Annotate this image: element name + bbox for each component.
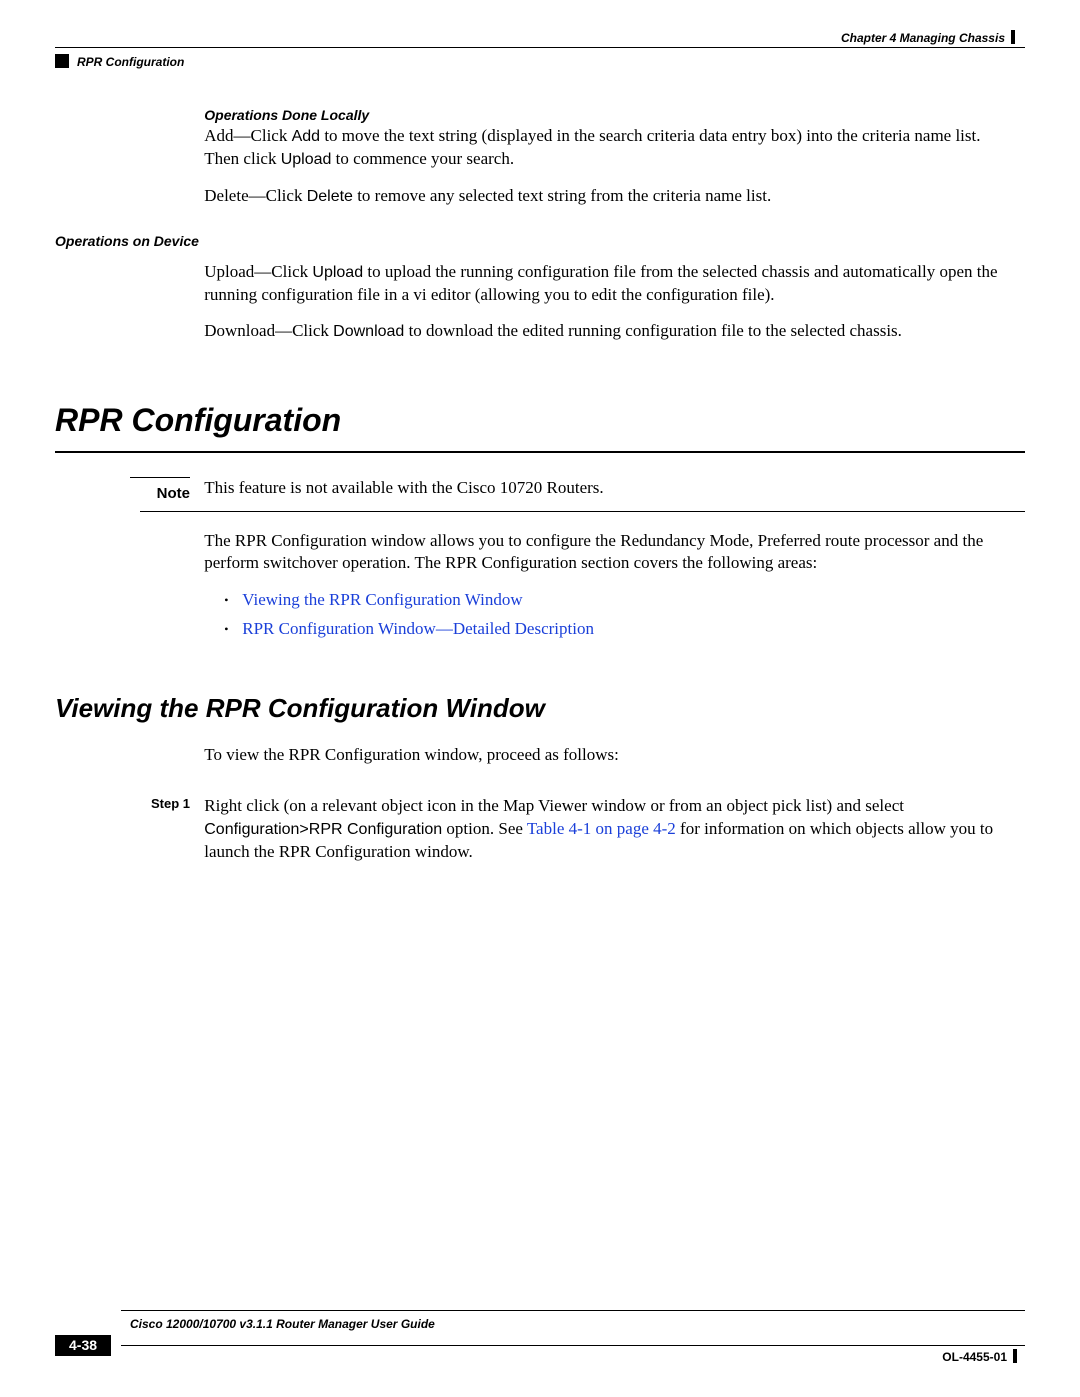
header-square-icon — [55, 54, 69, 68]
step-1-text: Right click (on a relevant object icon i… — [204, 795, 1004, 864]
link-rpr-detailed[interactable]: RPR Configuration Window—Detailed Descri… — [242, 619, 594, 638]
ops-device-download: Download—Click Download to download the … — [204, 320, 1004, 343]
viewing-lead: To view the RPR Configuration window, pr… — [204, 744, 1004, 767]
ops-local-delete: Delete—Click Delete to remove any select… — [204, 185, 1004, 208]
chapter-label: Chapter 4 Managing Chassis — [841, 31, 1005, 45]
running-head-right: Chapter 4 Managing Chassis — [55, 30, 1025, 45]
note-block: Note This feature is not available with … — [55, 477, 1025, 505]
list-item: Viewing the RPR Configuration Window — [224, 589, 1004, 612]
ops-local-heading: Operations Done Locally — [204, 106, 1004, 125]
delete-label: Delete — [307, 188, 353, 205]
content: Operations Done Locally Add—Click Add to… — [55, 106, 1025, 878]
ops-device-block: Operations on Device Upload—Click Upload… — [55, 232, 1025, 358]
viewing-title: Viewing the RPR Configuration Window — [55, 691, 1025, 726]
note-rule-top — [130, 477, 190, 478]
rpr-config-title: RPR Configuration — [55, 399, 1025, 442]
upload-label: Upload — [281, 151, 332, 168]
page-number: 4-38 — [55, 1335, 111, 1356]
rpr-intro: The RPR Configuration window allows you … — [204, 530, 1004, 576]
menu-path: Configuration>RPR Configuration — [204, 821, 442, 838]
rpr-link-list: Viewing the RPR Configuration Window RPR… — [204, 589, 1004, 641]
note-label: Note — [157, 485, 190, 502]
step-1-block: Step 1 Right click (on a relevant object… — [55, 795, 1025, 878]
rpr-intro-block: The RPR Configuration window allows you … — [55, 530, 1025, 662]
note-text: This feature is not available with the C… — [204, 478, 603, 497]
header-rule — [55, 47, 1025, 48]
download-label: Download — [333, 323, 404, 340]
page-footer: Cisco 12000/10700 v3.1.1 Router Manager … — [55, 1310, 1025, 1357]
add-label: Add — [292, 128, 320, 145]
note-rule-bottom — [140, 511, 1025, 512]
ops-local-add: Add—Click Add to move the text string (d… — [204, 125, 1004, 171]
section-running-head: RPR Configuration — [77, 55, 184, 69]
list-item: RPR Configuration Window—Detailed Descri… — [224, 618, 1004, 641]
footer-rule-bottom — [121, 1345, 1025, 1346]
link-table-4-1[interactable]: Table 4-1 on page 4-2 — [527, 819, 676, 838]
footer-rule-top — [121, 1310, 1025, 1311]
footer-book-title: Cisco 12000/10700 v3.1.1 Router Manager … — [130, 1317, 1025, 1331]
section-rule — [55, 451, 1025, 453]
ops-device-heading: Operations on Device — [55, 232, 1025, 251]
link-viewing-rpr[interactable]: Viewing the RPR Configuration Window — [242, 590, 522, 609]
ops-local-block: Operations Done Locally Add—Click Add to… — [55, 106, 1025, 222]
step-1-label: Step 1 — [55, 795, 200, 813]
page: Chapter 4 Managing Chassis RPR Configura… — [0, 0, 1080, 1397]
running-head-left: RPR Configuration — [55, 54, 1025, 69]
page-header: Chapter 4 Managing Chassis RPR Configura… — [55, 30, 1025, 66]
viewing-lead-block: To view the RPR Configuration window, pr… — [55, 744, 1025, 781]
footer-bar-icon — [1013, 1349, 1017, 1363]
header-bar-icon — [1011, 30, 1015, 44]
ops-device-upload: Upload—Click Upload to upload the runnin… — [204, 261, 1004, 307]
doc-number: OL-4455-01 — [942, 1349, 1017, 1364]
upload-label-2: Upload — [312, 264, 363, 281]
